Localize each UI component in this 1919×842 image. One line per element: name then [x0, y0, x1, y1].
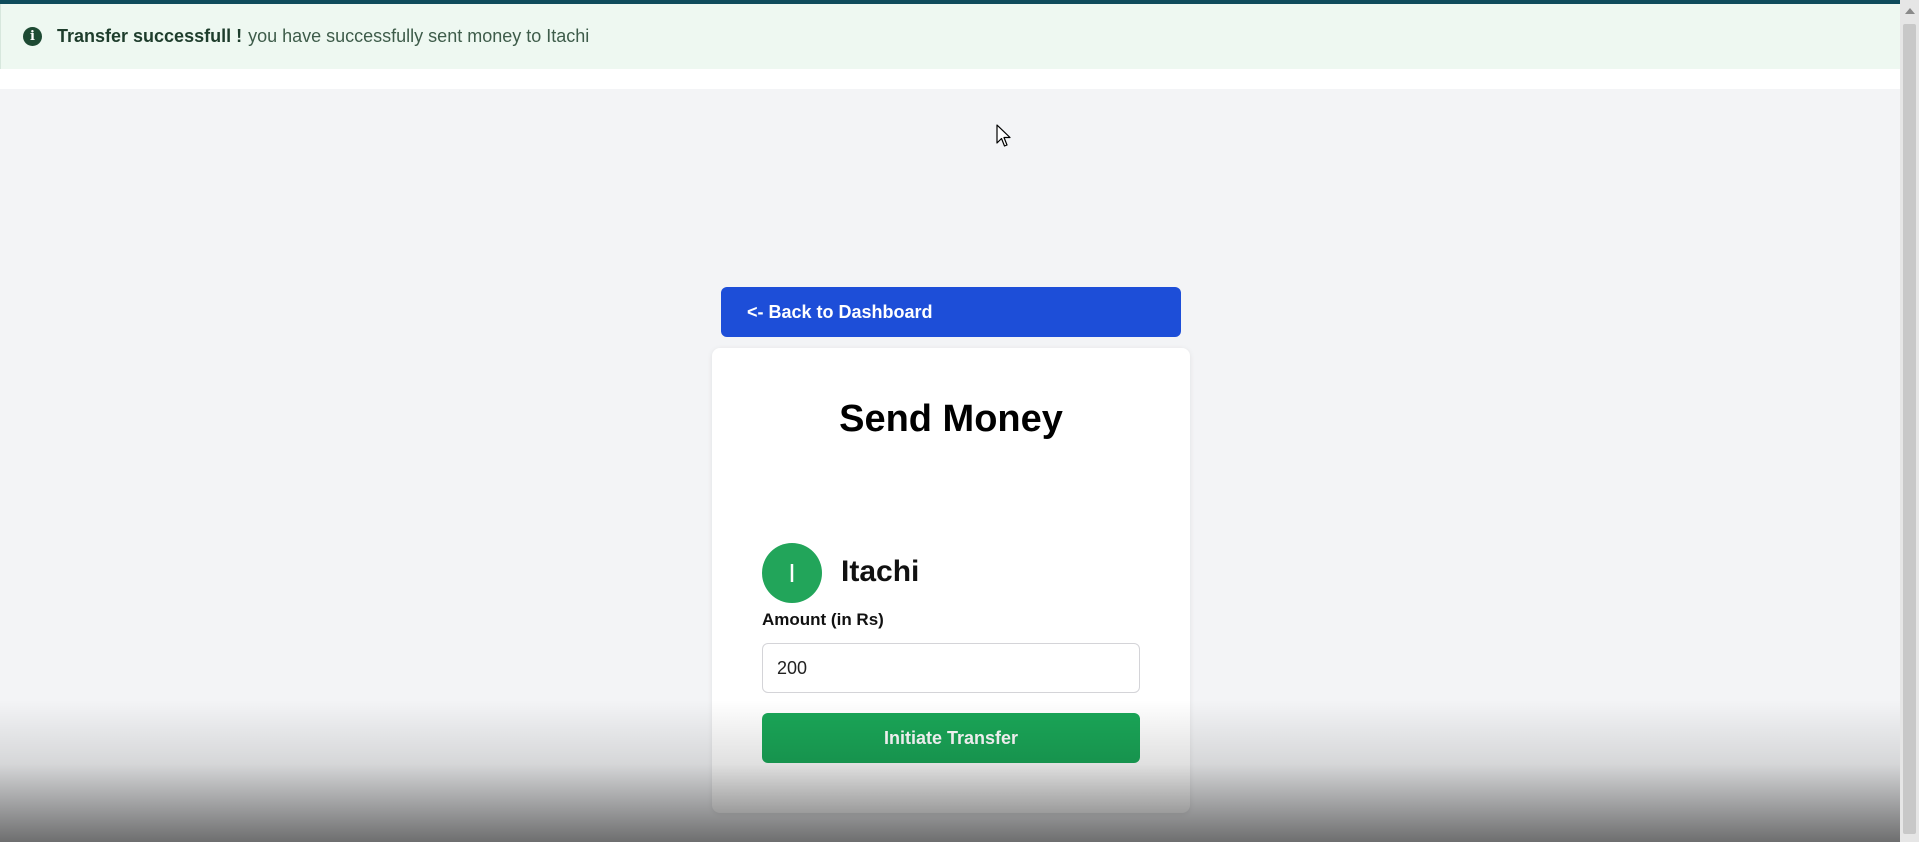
info-icon: i — [23, 27, 42, 46]
scrollbar-thumb[interactable] — [1903, 24, 1916, 834]
recipient-name: Itachi — [841, 555, 920, 588]
page-title: Send Money — [839, 398, 1063, 440]
back-to-dashboard-button[interactable]: <- Back to Dashboard — [721, 287, 1181, 337]
success-alert: i Transfer successfull ! you have succes… — [0, 4, 1900, 69]
alert-title: Transfer successfull ! — [57, 26, 243, 46]
amount-input[interactable] — [762, 643, 1140, 693]
alert-message: you have successfully sent money to Itac… — [248, 26, 590, 46]
vertical-scrollbar[interactable] — [1900, 0, 1919, 842]
avatar: I — [762, 543, 822, 603]
mouse-cursor-icon — [996, 124, 1011, 147]
initiate-transfer-button[interactable]: Initiate Transfer — [762, 713, 1140, 763]
scroll-up-arrow-icon[interactable] — [1905, 8, 1915, 14]
header-band — [0, 69, 1900, 89]
amount-label: Amount (in Rs) — [762, 610, 884, 629]
send-money-card: Send Money I Itachi Amount (in Rs) Initi… — [712, 348, 1190, 813]
